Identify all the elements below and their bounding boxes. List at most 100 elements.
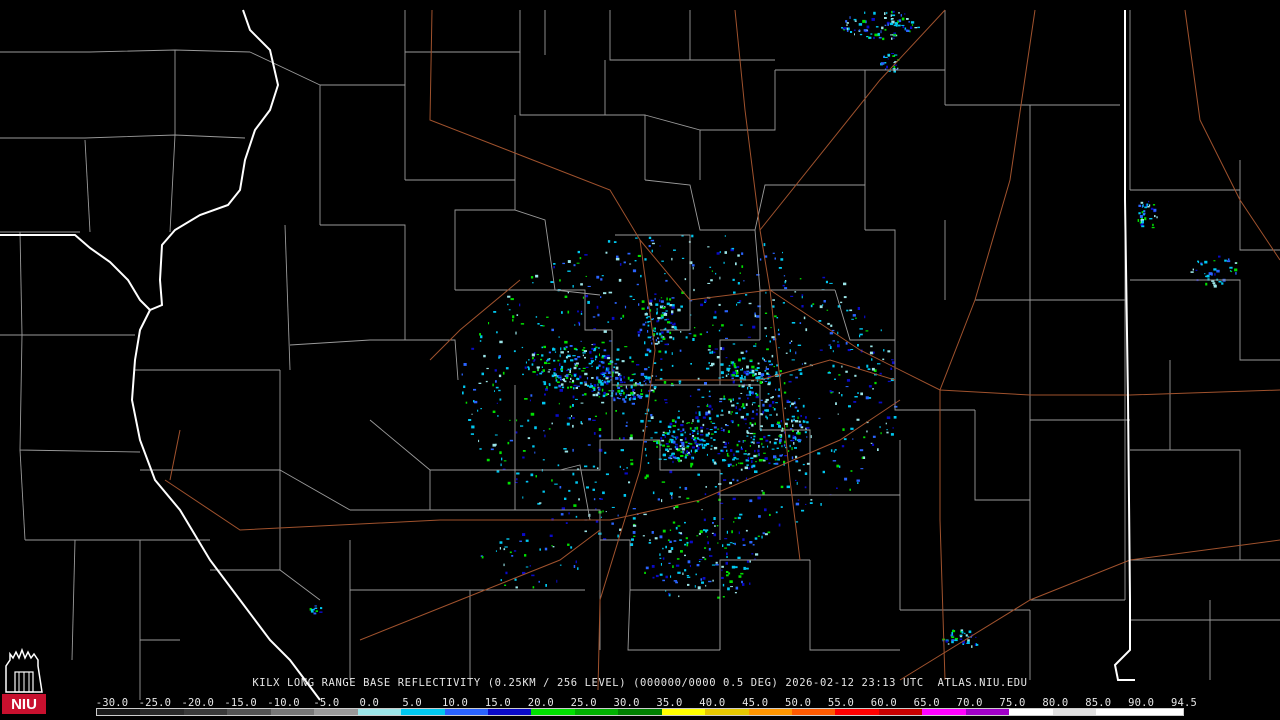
echo-pixel: [623, 391, 625, 395]
echo-pixel: [642, 323, 646, 326]
echo-pixel: [508, 309, 511, 311]
echo-pixel: [810, 304, 813, 308]
echo-pixel: [774, 438, 778, 441]
echo-pixel: [671, 382, 674, 385]
echo-pixel: [547, 371, 550, 373]
echo-pixel: [666, 302, 670, 306]
echo-pixel: [763, 435, 766, 439]
echo-pixel: [560, 351, 564, 354]
echo-pixel: [637, 331, 641, 334]
echo-pixel: [496, 402, 498, 404]
echo-pixel: [608, 291, 613, 294]
echo-pixel: [829, 346, 832, 349]
echo-pixel: [595, 393, 599, 397]
echo-pixel: [732, 458, 735, 461]
echo-pixel: [790, 340, 793, 342]
echo-pixel: [673, 507, 675, 510]
echo-pixel: [662, 431, 665, 434]
echo-pixel: [572, 355, 576, 357]
echo-pixel: [679, 539, 682, 541]
echo-pixel: [573, 565, 576, 568]
echo-pixel: [494, 434, 498, 436]
echo-pixel: [629, 437, 633, 440]
color-bar-segment: [835, 709, 879, 715]
echo-pixel: [579, 375, 582, 379]
echo-pixel: [709, 266, 712, 268]
echo-pixel: [552, 348, 556, 351]
echo-pixel: [560, 378, 562, 381]
echo-pixel: [494, 369, 497, 372]
echo-pixel: [495, 380, 497, 383]
echo-pixel: [684, 453, 687, 455]
echo-pixel: [897, 24, 901, 27]
echo-pixel: [735, 566, 738, 569]
echo-pixel: [701, 581, 704, 584]
echo-pixel: [757, 376, 761, 380]
echo-pixel: [602, 366, 605, 369]
echo-pixel: [782, 302, 785, 304]
echo-pixel: [713, 533, 717, 537]
echo-pixel: [757, 535, 760, 537]
echo-pixel: [535, 274, 539, 278]
echo-pixel: [783, 275, 786, 277]
echo-pixel: [902, 25, 905, 29]
echo-pixel: [668, 562, 671, 564]
echo-pixel: [838, 374, 841, 376]
echo-pixel: [698, 532, 701, 535]
echo-pixel: [705, 412, 708, 415]
echo-pixel: [757, 449, 760, 453]
echo-pixel: [691, 422, 693, 424]
echo-pixel: [794, 291, 797, 293]
echo-pixel: [731, 565, 736, 569]
echo-pixel: [595, 346, 598, 348]
echo-pixel: [778, 328, 780, 331]
echo-pixel: [603, 372, 607, 374]
echo-pixel: [640, 419, 644, 423]
echo-pixel: [663, 381, 667, 384]
echo-pixel: [745, 567, 749, 570]
echo-pixel: [576, 385, 580, 387]
echo-pixel: [660, 437, 663, 440]
echo-pixel: [699, 333, 703, 336]
echo-pixel: [735, 262, 737, 266]
echo-pixel: [884, 28, 887, 31]
echo-pixel: [534, 451, 536, 454]
echo-pixel: [647, 321, 649, 324]
echo-pixel: [644, 353, 649, 357]
echo-pixel: [628, 481, 631, 484]
echo-pixel: [671, 304, 675, 307]
echo-pixel: [860, 468, 864, 470]
echo-pixel: [584, 465, 588, 468]
echo-pixel: [708, 345, 711, 348]
echo-pixel: [684, 437, 687, 441]
echo-pixel: [639, 328, 643, 332]
echo-pixel: [605, 251, 608, 254]
echo-pixel: [853, 401, 857, 403]
echo-pixel: [558, 384, 561, 388]
echo-pixel: [1138, 212, 1141, 215]
echo-pixel: [590, 360, 595, 362]
echo-pixel: [664, 432, 668, 434]
echo-pixel: [629, 356, 632, 359]
echo-pixel: [612, 397, 616, 399]
echo-pixel: [746, 413, 749, 416]
color-bar-segment: [661, 709, 706, 715]
echo-pixel: [783, 391, 787, 394]
echo-pixel: [960, 631, 962, 633]
echo-pixel: [891, 37, 893, 40]
echo-pixel: [589, 350, 592, 354]
echo-pixel: [763, 243, 766, 247]
echo-pixel: [665, 310, 668, 312]
echo-pixel: [672, 425, 676, 427]
echo-pixel: [716, 414, 719, 418]
echo-pixel: [746, 365, 749, 369]
echo-pixel: [678, 459, 681, 463]
echo-pixel: [496, 470, 500, 473]
echo-pixel: [684, 456, 687, 459]
echo-pixel: [684, 521, 686, 524]
echo-pixel: [674, 420, 677, 424]
echo-pixel: [568, 512, 570, 515]
echo-pixel: [631, 379, 634, 381]
echo-pixel: [615, 376, 619, 380]
echo-pixel: [540, 358, 543, 361]
